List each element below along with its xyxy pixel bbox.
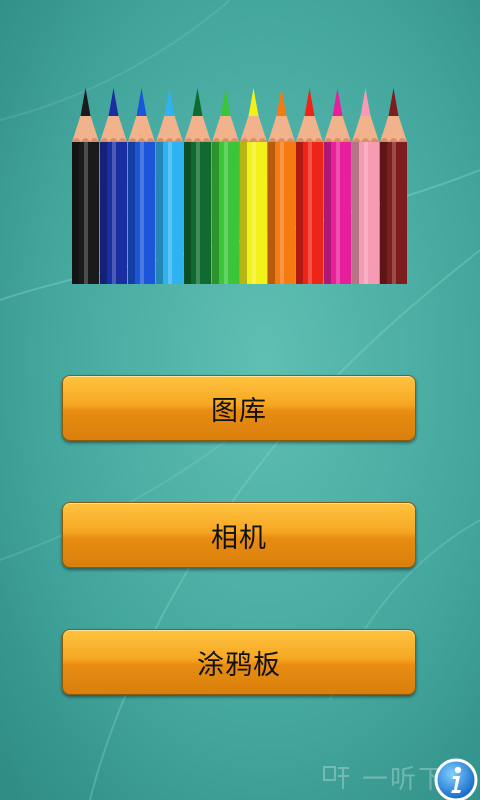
- gallery-button-label: 图库: [211, 395, 267, 427]
- camera-button-label: 相机: [211, 522, 267, 554]
- pencil: [268, 88, 295, 284]
- colored-pencils-icon: [72, 88, 407, 284]
- listen-icon: [323, 766, 349, 789]
- pencil: [156, 88, 183, 284]
- pencil: [324, 88, 351, 284]
- pencil: [184, 88, 211, 284]
- pencil: [352, 88, 379, 284]
- pencil: [128, 88, 155, 284]
- doodle-board-button[interactable]: 涂鸦板: [62, 629, 416, 695]
- pencil: [72, 88, 99, 284]
- pencil: [240, 88, 267, 284]
- main-screen: 图库 相机 涂鸦板 一听下载: [0, 0, 480, 800]
- camera-button[interactable]: 相机: [62, 502, 416, 568]
- info-icon[interactable]: [434, 758, 478, 800]
- gallery-button[interactable]: 图库: [62, 375, 416, 441]
- pencil: [296, 88, 323, 284]
- pencil: [380, 88, 407, 284]
- pencil: [212, 88, 239, 284]
- pencil: [100, 88, 127, 284]
- doodle-board-button-label: 涂鸦板: [197, 649, 281, 681]
